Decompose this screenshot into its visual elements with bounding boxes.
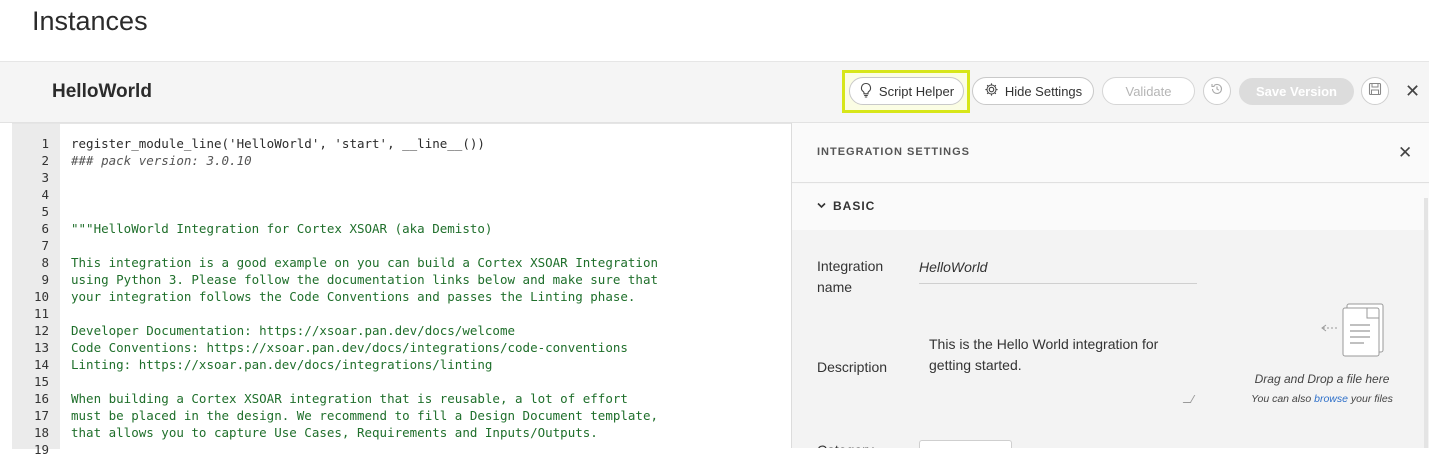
category-select[interactable]	[919, 440, 1012, 448]
drop-sub-suffix: your files	[1350, 393, 1393, 405]
line-number: 7	[41, 238, 49, 253]
code-line-text[interactable]: Code Conventions: https://xsoar.pan.dev/…	[71, 339, 628, 356]
description-label: Description	[817, 359, 888, 375]
hide-settings-label: Hide Settings	[1004, 83, 1083, 99]
code-line-text[interactable]: Developer Documentation: https://xsoar.p…	[71, 322, 515, 339]
drop-zone-text: Drag and Drop a file here	[1254, 372, 1390, 386]
line-number: 5	[41, 204, 49, 219]
line-number: 13	[33, 340, 49, 355]
floppy-disk-icon	[1368, 82, 1382, 101]
line-number: 12	[33, 323, 49, 338]
code-line-text[interactable]: using Python 3. Please follow the docume…	[71, 271, 658, 288]
browse-link[interactable]: browse	[1314, 393, 1348, 405]
gear-icon	[984, 82, 999, 100]
line-number: 11	[33, 306, 49, 321]
history-button[interactable]	[1203, 77, 1231, 105]
line-number: 4	[41, 187, 49, 202]
code-line-text[interactable]: that allows you to capture Use Cases, Re…	[71, 424, 598, 441]
hide-settings-button[interactable]: Hide Settings	[972, 77, 1094, 105]
settings-header: INTEGRATION SETTINGS ✕	[792, 123, 1429, 183]
file-drop-icon	[1271, 301, 1387, 366]
chevron-down-icon	[817, 201, 826, 212]
save-button[interactable]	[1361, 77, 1389, 105]
line-number: 16	[33, 391, 49, 406]
history-icon	[1210, 82, 1224, 101]
save-version-button[interactable]: Save Version	[1239, 78, 1354, 105]
settings-title: INTEGRATION SETTINGS	[817, 146, 971, 158]
line-number: 1	[41, 136, 49, 151]
line-number: 19	[33, 442, 49, 457]
basic-section-toggle[interactable]: BASIC	[792, 184, 1429, 230]
line-number: 17	[33, 408, 49, 423]
basic-section-label: BASIC	[833, 199, 876, 213]
line-number: 18	[33, 425, 49, 440]
script-helper-label: Script Helper	[878, 83, 955, 99]
code-line-text[interactable]: must be placed in the design. We recomme…	[71, 407, 658, 424]
code-line-text[interactable]: your integration follows the Code Conven…	[71, 288, 635, 305]
code-line-text[interactable]: ### pack version: 3.0.10	[71, 152, 252, 169]
line-number: 10	[33, 289, 49, 304]
description-textarea[interactable]: This is the Hello World integration for …	[919, 326, 1194, 406]
close-icon[interactable]: ✕	[1405, 82, 1420, 100]
line-number: 9	[41, 272, 49, 287]
code-line-text[interactable]: Linting: https://xsoar.pan.dev/docs/inte…	[71, 356, 492, 373]
line-number: 14	[33, 357, 49, 372]
drop-sub-prefix: You can also	[1251, 393, 1312, 405]
page-header: Instances	[0, 0, 1429, 62]
line-number: 3	[41, 170, 49, 185]
script-helper-button[interactable]: Script Helper	[849, 77, 964, 105]
code-line-text[interactable]: register_module_line('HelloWorld', 'star…	[71, 135, 485, 152]
category-label: Category	[817, 440, 874, 448]
line-number: 15	[33, 374, 49, 389]
code-line-text[interactable]: """HelloWorld Integration for Cortex XSO…	[71, 220, 492, 237]
integration-name-label: Integration name	[817, 258, 884, 295]
line-number: 2	[41, 153, 49, 168]
validate-button[interactable]: Validate	[1102, 77, 1195, 105]
settings-scrollbar[interactable]	[1424, 198, 1428, 448]
code-line-text[interactable]: When building a Cortex XSOAR integration…	[71, 390, 628, 407]
lightbulb-icon	[859, 82, 873, 101]
page-title: Instances	[32, 6, 148, 36]
drop-zone-subtext: You can also browse your files	[1232, 393, 1412, 405]
code-editor[interactable]: 1 register_module_line('HelloWorld', 'sta…	[12, 123, 791, 457]
close-settings-icon[interactable]: ✕	[1398, 144, 1412, 161]
integration-name-title: HelloWorld	[52, 81, 152, 102]
integration-name-input[interactable]: HelloWorld	[919, 256, 1197, 284]
line-number: 6	[41, 221, 49, 236]
line-number: 8	[41, 255, 49, 270]
code-line-text[interactable]: This integration is a good example on yo…	[71, 254, 658, 271]
integration-settings-panel: INTEGRATION SETTINGS ✕ BASIC Integration…	[791, 123, 1429, 448]
